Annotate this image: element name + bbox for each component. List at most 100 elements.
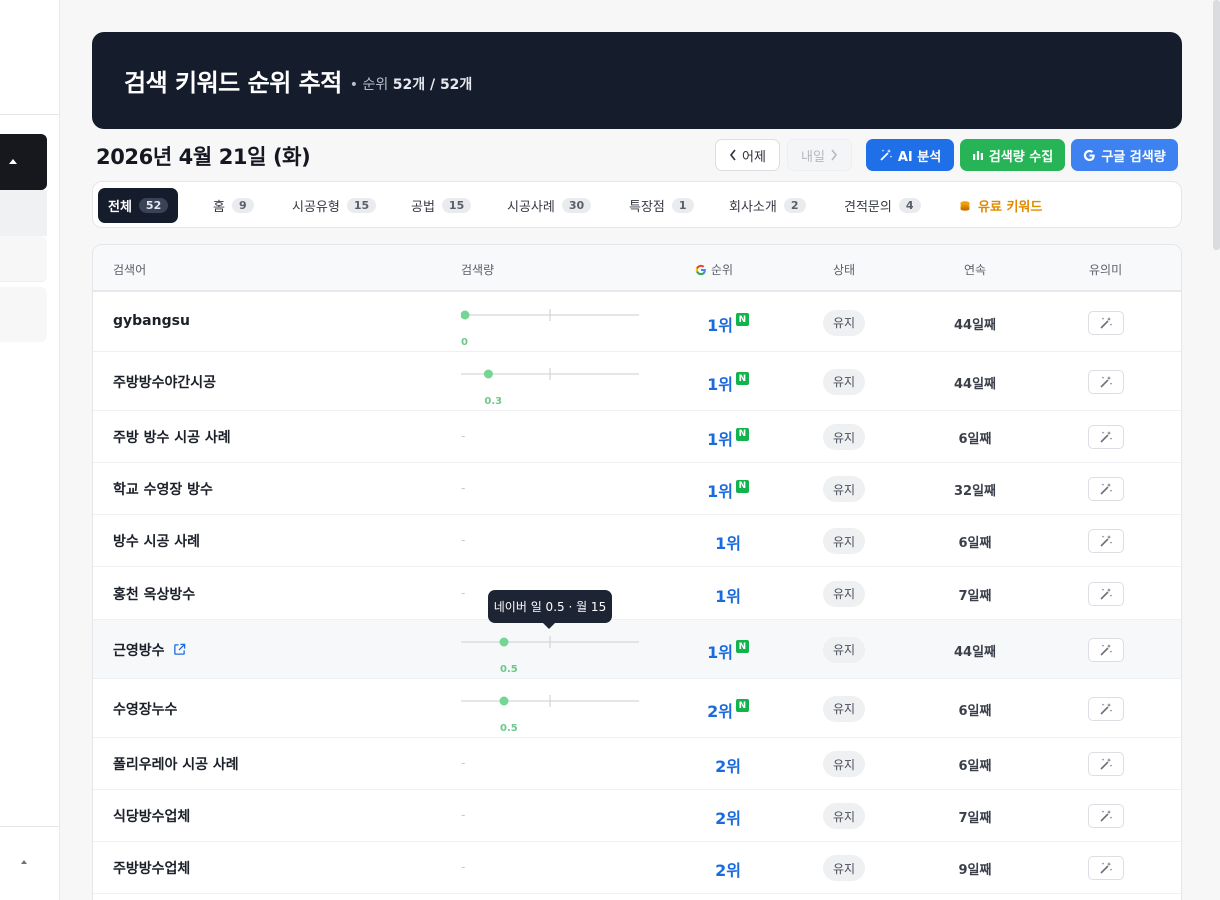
- naver-badge-icon: N: [735, 479, 749, 493]
- status-badge: 유지: [823, 803, 865, 829]
- tab-count: 2: [783, 198, 806, 213]
- keyword-table: 검색어 검색량 순위 상태 연속 유의미 gybangsu 0 1위 N 유지 44일째 주…: [92, 244, 1182, 900]
- streak-value: 6일째: [958, 759, 992, 774]
- tab-label: 유료 키워드: [978, 200, 1043, 215]
- header-significant[interactable]: 유의미: [1089, 261, 1122, 278]
- collect-volume-button[interactable]: 검색량 수집: [960, 139, 1065, 171]
- tab-construction-type[interactable]: 시공유형 15: [282, 188, 386, 223]
- keyword-text: 근영방수: [113, 642, 165, 659]
- header-rank[interactable]: 순위: [695, 261, 733, 278]
- mark-significant-button[interactable]: [1088, 477, 1124, 501]
- table-row[interactable]: 학교 수영장 방수 - 1위 N 유지 32일째: [93, 463, 1181, 515]
- status-badge: 유지: [823, 528, 865, 554]
- streak-value: 6일째: [958, 703, 992, 719]
- mark-significant-button[interactable]: [1088, 637, 1124, 662]
- sidebar-item[interactable]: [0, 236, 47, 282]
- rank-value: 1위: [707, 430, 733, 449]
- sparkline-point[interactable]: [499, 696, 509, 705]
- table-row[interactable]: 방수 시공 사례 - 1위 유지 6일째: [93, 515, 1181, 567]
- rank-cell: 2위: [693, 857, 763, 881]
- table-row[interactable]: 주방 방수 시공 사례 - 1위 N 유지 6일째: [93, 411, 1181, 463]
- mark-significant-button[interactable]: [1088, 310, 1124, 335]
- sidebar-item-active[interactable]: [0, 134, 47, 190]
- table-row[interactable]: 주방방수업체 - 2위 유지 9일째: [93, 842, 1181, 894]
- mark-significant-button[interactable]: [1088, 581, 1124, 606]
- mark-significant-button[interactable]: [1088, 804, 1124, 828]
- sparkline-point[interactable]: [499, 637, 509, 646]
- status-badge: 유지: [823, 580, 865, 607]
- table-row[interactable]: gybangsu 0 1위 N 유지 44일째: [93, 293, 1181, 352]
- volume-sparkline[interactable]: [461, 682, 641, 712]
- external-link-icon[interactable]: [173, 643, 186, 656]
- table-row[interactable]: 홍천 옥상방수 - 1위 유지 7일째: [93, 567, 1181, 620]
- sparkline-point[interactable]: [483, 369, 493, 378]
- next-day-button[interactable]: 내일: [787, 139, 852, 171]
- sidebar-collapse-icon[interactable]: [21, 860, 27, 864]
- bar-chart-icon: [972, 151, 983, 160]
- mark-significant-button[interactable]: [1088, 529, 1124, 553]
- tab-cases[interactable]: 시공사례 30: [497, 188, 601, 223]
- status-badge: 유지: [823, 368, 865, 395]
- tab-company[interactable]: 회사소개 2: [719, 188, 816, 223]
- page-scrollbar[interactable]: [1213, 0, 1220, 250]
- keyword-text: gybangsu: [113, 312, 190, 329]
- mark-significant-button[interactable]: [1088, 425, 1124, 449]
- streak-value: 32일째: [953, 484, 996, 499]
- tab-method[interactable]: 공법 15: [401, 188, 481, 223]
- sidebar-divider: [0, 826, 60, 827]
- rank-cell: 1위: [693, 530, 763, 554]
- tab-count: 15: [346, 198, 377, 213]
- tab-features[interactable]: 특장점 1: [619, 188, 704, 223]
- sidebar-item[interactable]: [0, 190, 47, 236]
- keyword-cell: 주방 방수 시공 사례: [113, 427, 231, 447]
- table-row[interactable]: 폴리우레아 시공 사례 - 2위 유지 6일째: [93, 738, 1181, 790]
- ai-analysis-button[interactable]: AI 분석: [866, 139, 954, 171]
- prev-day-label: 어제: [742, 149, 766, 165]
- header-banner: 검색 키워드 순위 추적 • 순위 52개 / 52개: [92, 32, 1182, 129]
- keyword-cell: 수영장누수: [113, 699, 177, 719]
- table-row[interactable]: 근영방수 0.5 1위 N 유지 44일째: [93, 620, 1181, 679]
- keyword-cell: 폴리우레아 시공 사례: [113, 754, 239, 774]
- tab-all[interactable]: 전체 52: [98, 188, 179, 223]
- volume-empty: -: [461, 429, 466, 443]
- next-day-label: 내일: [801, 149, 825, 165]
- table-row[interactable]: 수영장누수 0.5 2위 N 유지 6일째: [93, 679, 1181, 738]
- magic-wand-icon: [1100, 316, 1113, 329]
- header-volume[interactable]: 검색량: [461, 261, 494, 278]
- sidebar-item[interactable]: [0, 287, 47, 342]
- magic-wand-icon: [880, 149, 893, 161]
- header-streak[interactable]: 연속: [964, 261, 986, 278]
- table-row[interactable]: 주방방수야간시공 0.3 1위 N 유지 44일째: [93, 352, 1181, 411]
- volume-sparkline[interactable]: [461, 296, 641, 326]
- keyword-text: 폴리우레아 시공 사례: [113, 757, 239, 773]
- mark-significant-button[interactable]: [1088, 752, 1124, 776]
- status-badge: 유지: [823, 751, 865, 777]
- rank-cell: 1위 N: [693, 639, 763, 663]
- mark-significant-button[interactable]: [1088, 856, 1124, 880]
- tab-count: 15: [441, 198, 472, 213]
- header-status[interactable]: 상태: [833, 261, 855, 278]
- rank-value: 2위: [715, 757, 741, 776]
- tab-home[interactable]: 홈 9: [203, 188, 264, 223]
- tab-quote[interactable]: 견적문의 4: [834, 188, 931, 223]
- streak-value: 6일째: [958, 432, 992, 447]
- table-row[interactable]: 식당방수업체 - 2위 유지 7일째: [93, 790, 1181, 842]
- magic-wand-icon: [1100, 810, 1113, 822]
- google-icon: [1084, 149, 1096, 161]
- keyword-cell: 방수 시공 사례: [113, 531, 200, 551]
- prev-day-button[interactable]: 어제: [715, 139, 780, 171]
- streak-value: 7일째: [958, 811, 992, 826]
- mark-significant-button[interactable]: [1088, 696, 1124, 721]
- volume-sparkline[interactable]: [461, 355, 641, 385]
- keyword-cell: 주방방수야간시공: [113, 372, 216, 392]
- magic-wand-icon: [1100, 375, 1113, 388]
- google-volume-button[interactable]: 구글 검색량: [1071, 139, 1178, 171]
- magic-wand-icon: [1100, 431, 1113, 443]
- tab-label: 회사소개: [729, 200, 777, 215]
- mark-significant-button[interactable]: [1088, 369, 1124, 394]
- volume-empty: -: [461, 533, 466, 547]
- google-icon: [695, 264, 706, 275]
- sparkline-point[interactable]: [461, 310, 470, 319]
- header-keyword[interactable]: 검색어: [113, 261, 146, 278]
- tab-paid-keywords[interactable]: 유료 키워드: [949, 188, 1052, 223]
